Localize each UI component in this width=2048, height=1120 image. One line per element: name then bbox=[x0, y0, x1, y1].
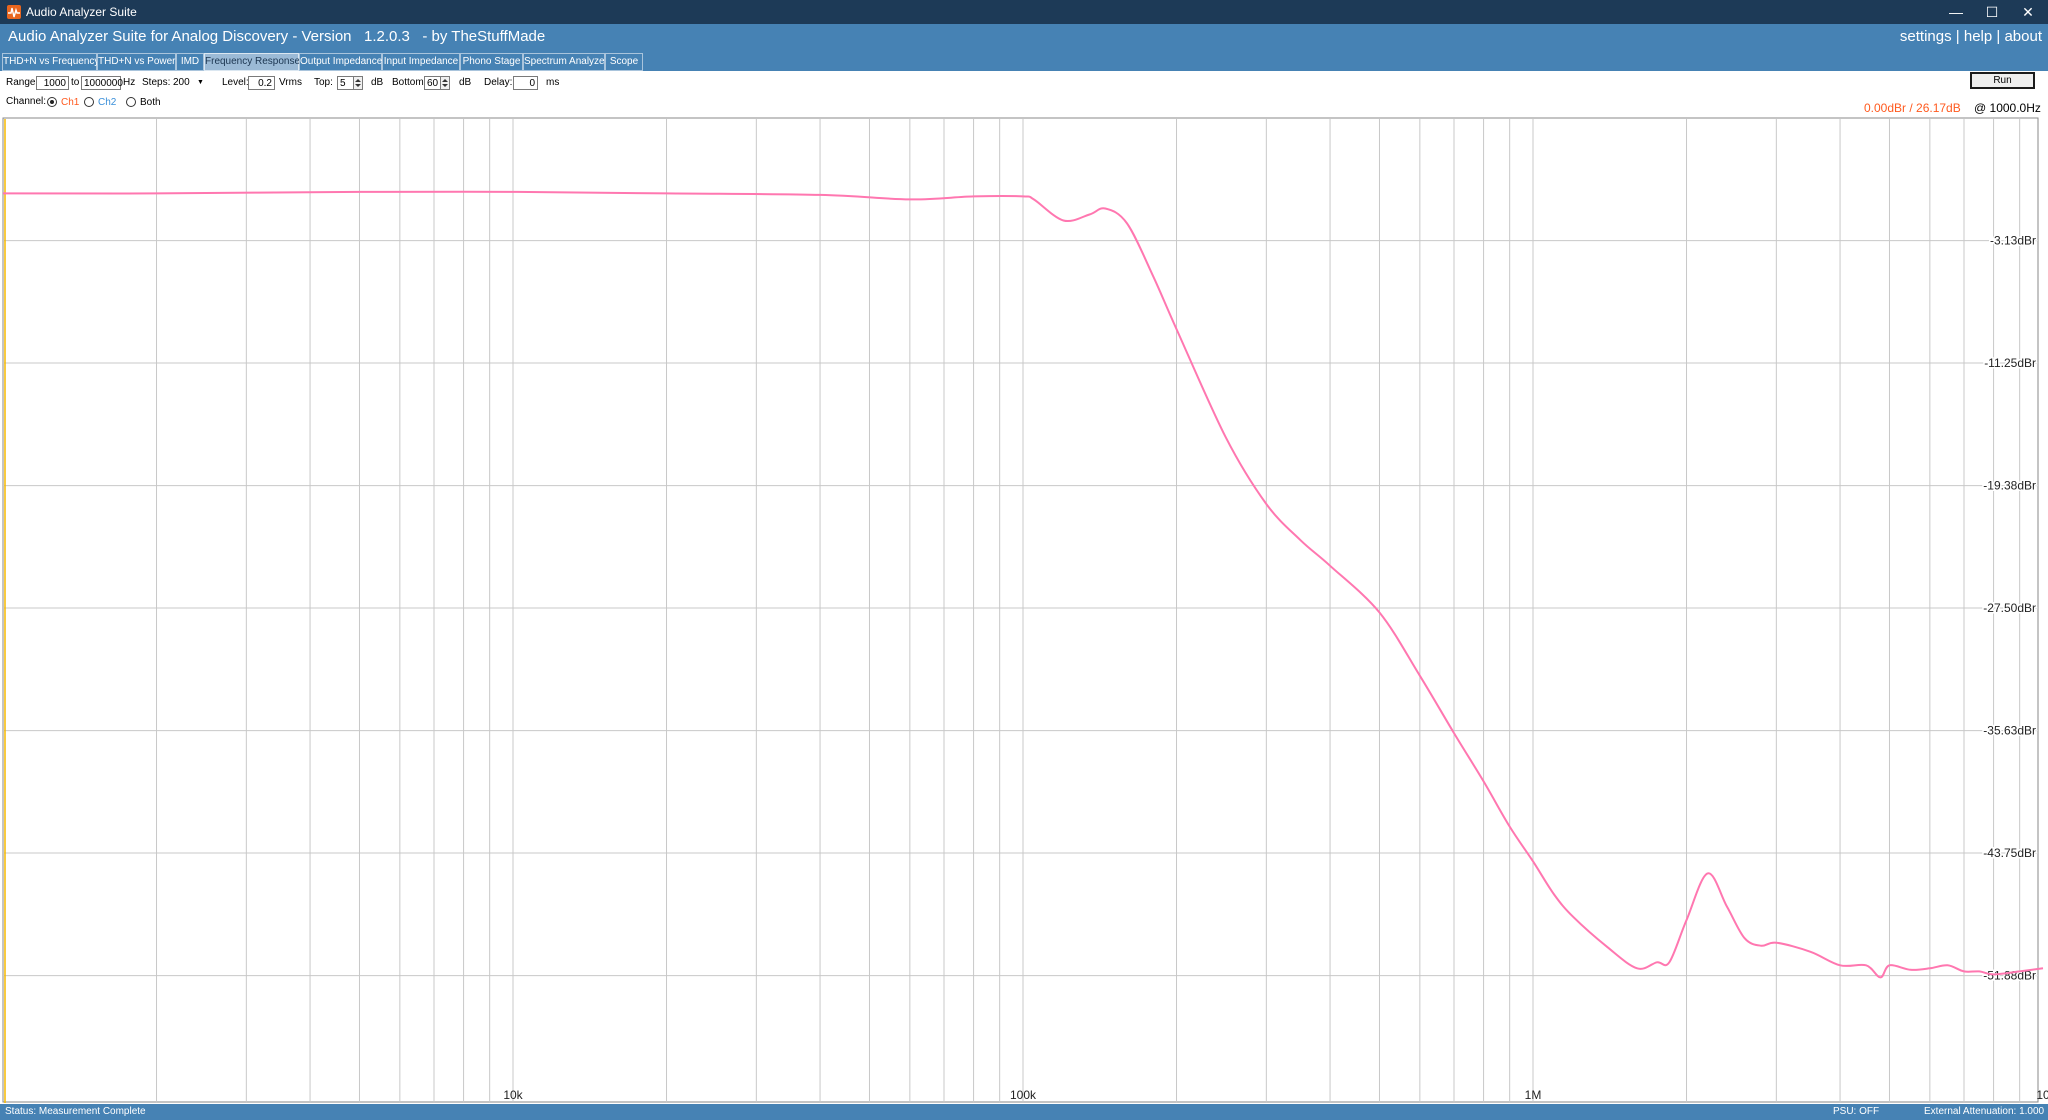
ch1-radio[interactable] bbox=[47, 97, 57, 107]
run-button[interactable]: Run bbox=[1970, 72, 2035, 89]
help-link[interactable]: help bbox=[1964, 28, 1992, 45]
link-separator: | bbox=[1951, 28, 1964, 45]
header-links: settings | help | about bbox=[1900, 28, 2042, 46]
window-titlebar: Audio Analyzer Suite — ☐ ✕ bbox=[0, 0, 2048, 24]
bottom-label: Bottom: bbox=[392, 77, 427, 88]
readout-frequency: @ 1000.0Hz bbox=[1974, 101, 2041, 115]
close-button[interactable]: ✕ bbox=[2010, 0, 2046, 24]
status-bar: Status: Measurement Complete PSU: OFF Ex… bbox=[0, 1104, 2048, 1120]
readout-values: 0.00dBr / 26.17dB bbox=[1864, 101, 1961, 115]
tab-thdn-vs-frequency[interactable]: THD+N vs Frequency bbox=[2, 53, 99, 71]
x-tick-label: 10 bbox=[2036, 1088, 2048, 1102]
y-tick-label: -35.63dBr bbox=[1983, 724, 2036, 738]
level-label: Level: bbox=[222, 77, 249, 88]
tab-phono-stage[interactable]: Phono Stage bbox=[460, 53, 523, 71]
settings-link[interactable]: settings bbox=[1900, 28, 1952, 45]
maximize-button[interactable]: ☐ bbox=[1974, 0, 2010, 24]
level-input[interactable]: 0.2 bbox=[248, 76, 275, 90]
x-tick-label: 100k bbox=[1010, 1088, 1037, 1102]
tab-frequency-response[interactable]: Frequency Response bbox=[204, 53, 300, 71]
bottom-input[interactable]: 60 bbox=[424, 76, 441, 90]
hz-label: Hz bbox=[123, 77, 136, 88]
status-text: Status: Measurement Complete bbox=[5, 1106, 146, 1117]
delay-unit: ms bbox=[546, 77, 560, 88]
delay-input[interactable]: 0 bbox=[513, 76, 538, 90]
external-attenuation: External Attenuation: 1.000 bbox=[1924, 1106, 2045, 1117]
tab-spectrum-analyzer[interactable]: Spectrum Analyzer bbox=[523, 53, 608, 71]
both-radio[interactable] bbox=[126, 97, 136, 107]
y-tick-label: -11.25dBr bbox=[1984, 356, 2036, 370]
top-label: Top: bbox=[314, 77, 333, 88]
tab-imd[interactable]: IMD bbox=[176, 53, 204, 71]
app-title: Audio Analyzer Suite for Analog Discover… bbox=[8, 28, 546, 45]
y-tick-label: -43.75dBr bbox=[1983, 846, 2036, 860]
steps-label: Steps: bbox=[142, 77, 171, 88]
top-stepper[interactable] bbox=[354, 76, 363, 90]
range-to-input[interactable]: 1000000 bbox=[81, 76, 123, 90]
chevron-down-icon: ▼ bbox=[197, 79, 204, 86]
tab-scope[interactable]: Scope bbox=[605, 53, 643, 71]
y-tick-label: -3.13dBr bbox=[1990, 234, 2036, 248]
ch1-label: Ch1 bbox=[61, 97, 80, 108]
tab-output-impedance[interactable]: Output Impedance bbox=[299, 53, 382, 71]
ch2-radio[interactable] bbox=[84, 97, 94, 107]
plot-area bbox=[2, 117, 2039, 1103]
about-link[interactable]: about bbox=[2004, 28, 2042, 45]
minimize-button[interactable]: — bbox=[1938, 0, 1974, 24]
channel-label: Channel: bbox=[6, 96, 47, 107]
ch2-label: Ch2 bbox=[98, 97, 117, 108]
bottom-stepper[interactable] bbox=[441, 76, 450, 90]
y-tick-label: -19.38dBr bbox=[1983, 479, 2036, 493]
window-title: Audio Analyzer Suite bbox=[26, 5, 137, 19]
both-label: Both bbox=[140, 97, 161, 108]
top-unit: dB bbox=[371, 77, 384, 88]
delay-label: Delay: bbox=[484, 77, 513, 88]
steps-select[interactable]: 200 ▼ bbox=[173, 76, 205, 90]
level-unit: Vrms bbox=[279, 77, 302, 88]
y-tick-label: -27.50dBr bbox=[1983, 601, 2036, 615]
tab-bar: THD+N vs Frequency THD+N vs Power IMD Fr… bbox=[0, 50, 2048, 71]
x-tick-label: 10k bbox=[503, 1088, 523, 1102]
tab-thdn-vs-power[interactable]: THD+N vs Power bbox=[97, 53, 176, 71]
app-logo-icon bbox=[7, 5, 21, 19]
tab-input-impedance[interactable]: Input Impedance bbox=[382, 53, 460, 71]
range-label: Range: bbox=[6, 77, 39, 88]
range-from-input[interactable]: 1000 bbox=[36, 76, 69, 90]
top-input[interactable]: 5 bbox=[337, 76, 354, 90]
app-header: Audio Analyzer Suite for Analog Discover… bbox=[0, 24, 2048, 50]
steps-value: 200 bbox=[173, 77, 190, 88]
bottom-unit: dB bbox=[459, 77, 472, 88]
psu-status: PSU: OFF bbox=[1833, 1106, 1880, 1117]
controls-panel: Range: 1000 to 1000000 Hz Steps: 200 ▼ L… bbox=[0, 71, 2048, 117]
x-tick-label: 1M bbox=[1525, 1088, 1542, 1102]
frequency-response-chart[interactable]: -3.13dBr -11.25dBr -19.38dBr -27.50dBr -35.6… bbox=[0, 117, 2048, 1104]
link-separator: | bbox=[1992, 28, 2005, 45]
to-label: to bbox=[71, 77, 80, 88]
